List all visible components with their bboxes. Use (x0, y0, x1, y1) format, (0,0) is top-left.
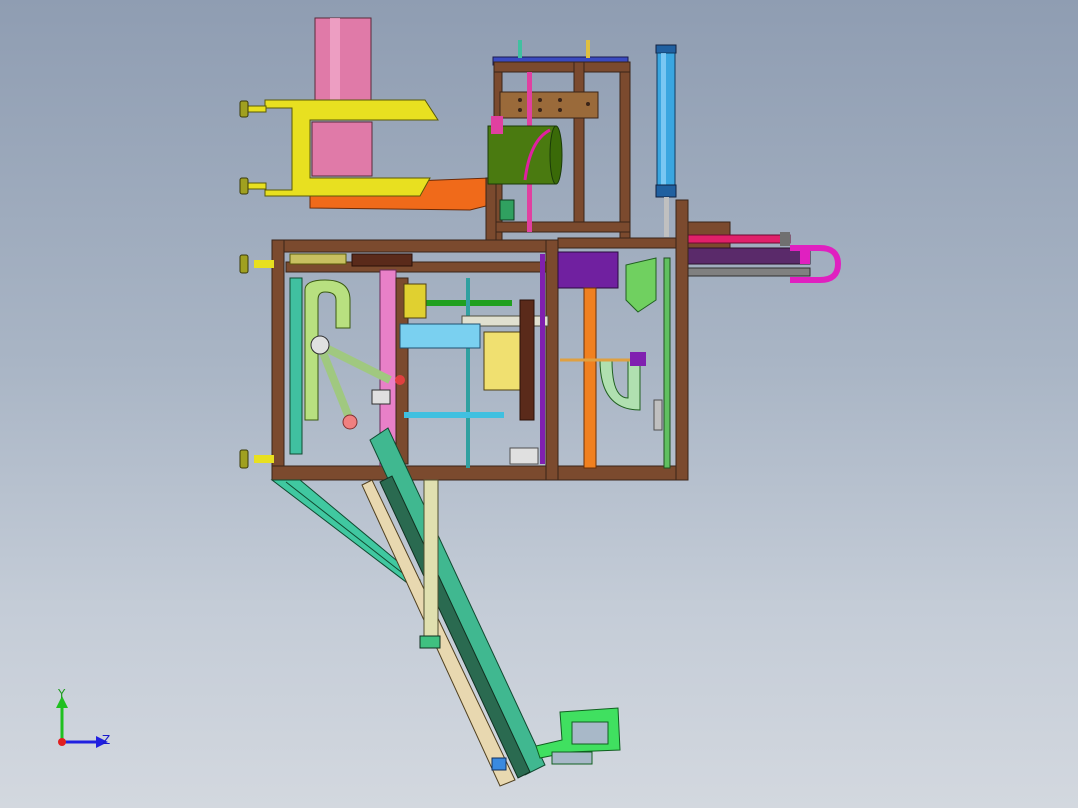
main-frame (271, 199, 689, 481)
diagonal-chute (361, 427, 546, 787)
origin-marker (58, 738, 66, 746)
left-bolts (239, 254, 274, 469)
lime-bracket (535, 707, 621, 765)
green-drum (487, 116, 563, 185)
z-axis-label: Z (102, 733, 110, 747)
right-section (557, 251, 671, 469)
axis-triad: Y Z (56, 687, 110, 748)
assembly-model[interactable] (0, 0, 1078, 808)
pink-cylinder (314, 17, 372, 105)
horizontal-cylinders (679, 221, 842, 283)
cad-viewport[interactable]: Y Z (0, 0, 1078, 808)
yellow-bracket (239, 99, 439, 197)
y-axis-label: Y (57, 687, 66, 701)
blue-cylinder (655, 44, 677, 237)
